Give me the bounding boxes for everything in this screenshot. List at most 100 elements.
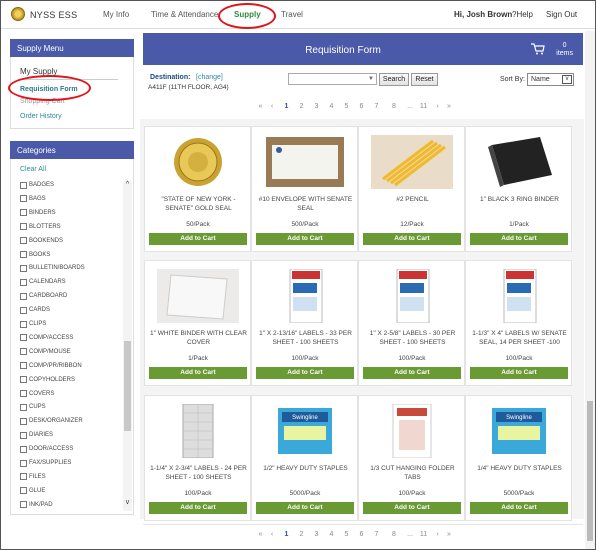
add-to-cart-button[interactable]: Add to Cart bbox=[363, 367, 461, 379]
category-item[interactable]: BAGS bbox=[20, 194, 46, 204]
category-checkbox[interactable] bbox=[20, 181, 27, 189]
page-link[interactable]: 11 bbox=[416, 103, 431, 110]
page-link[interactable]: « bbox=[256, 103, 265, 110]
product-image[interactable]: Swingline bbox=[264, 404, 346, 458]
category-checkbox[interactable] bbox=[20, 473, 27, 481]
category-checkbox[interactable] bbox=[20, 445, 27, 453]
sort-select[interactable]: Name v bbox=[527, 73, 574, 86]
product-image[interactable] bbox=[371, 403, 453, 459]
page-link[interactable]: 3 bbox=[309, 531, 324, 538]
category-checkbox[interactable] bbox=[20, 264, 27, 272]
page-link[interactable]: 5 bbox=[339, 531, 354, 538]
page-scrollbar[interactable] bbox=[585, 31, 595, 549]
reset-button[interactable]: Reset bbox=[411, 73, 438, 86]
page-link[interactable]: ‹ bbox=[265, 531, 279, 538]
page-link[interactable]: » bbox=[444, 531, 454, 538]
category-item[interactable]: DIARIES bbox=[20, 430, 53, 440]
category-checkbox[interactable] bbox=[20, 348, 27, 356]
category-checkbox[interactable] bbox=[20, 376, 27, 384]
product-image[interactable] bbox=[371, 135, 453, 189]
category-item[interactable]: FAX/SUPPLIES bbox=[20, 458, 71, 468]
page-link[interactable]: › bbox=[431, 103, 444, 110]
category-item[interactable]: FILES bbox=[20, 472, 46, 482]
category-item[interactable]: CUPS bbox=[20, 402, 46, 412]
category-checkbox[interactable] bbox=[20, 334, 27, 342]
nav-time-attendance[interactable]: Time & Attendance bbox=[151, 10, 218, 19]
product-image[interactable] bbox=[478, 268, 560, 324]
category-item[interactable]: BLOTTERS bbox=[20, 222, 61, 232]
page-link[interactable]: 1 bbox=[279, 103, 294, 110]
category-checkbox[interactable] bbox=[20, 390, 27, 397]
category-item[interactable]: CARDS bbox=[20, 305, 50, 315]
category-item[interactable]: GLUE bbox=[20, 486, 45, 496]
category-checkbox[interactable] bbox=[20, 487, 27, 495]
nav-my-info[interactable]: My Info bbox=[103, 10, 129, 19]
page-link[interactable]: 11 bbox=[416, 531, 431, 538]
scroll-down-icon[interactable]: v bbox=[123, 499, 132, 506]
page-link[interactable]: 8 bbox=[384, 103, 404, 110]
add-to-cart-button[interactable]: Add to Cart bbox=[470, 367, 568, 379]
category-item[interactable]: CARDBOARD bbox=[20, 291, 67, 301]
category-checkbox[interactable] bbox=[20, 306, 27, 314]
category-checkbox[interactable] bbox=[20, 237, 27, 245]
category-item[interactable]: BOOKENDS bbox=[20, 236, 63, 246]
page-link[interactable]: 5 bbox=[339, 103, 354, 110]
page-link[interactable]: 8 bbox=[384, 531, 404, 538]
app-brand[interactable]: NYSS ESS bbox=[30, 10, 77, 20]
add-to-cart-button[interactable]: Add to Cart bbox=[256, 367, 354, 379]
category-checkbox[interactable] bbox=[20, 320, 27, 328]
product-image[interactable] bbox=[157, 403, 239, 459]
page-link[interactable]: « bbox=[256, 531, 265, 538]
category-checkbox[interactable] bbox=[20, 292, 27, 300]
product-image[interactable] bbox=[264, 135, 346, 189]
product-image[interactable] bbox=[264, 268, 346, 324]
category-item[interactable]: COMP/MOUSE bbox=[20, 347, 71, 357]
page-link[interactable]: ‹ bbox=[265, 103, 279, 110]
scroll-up-icon[interactable]: ^ bbox=[123, 181, 132, 188]
category-item[interactable]: DESK/ORGANIZER bbox=[20, 416, 83, 426]
category-checkbox[interactable] bbox=[20, 431, 27, 439]
product-image[interactable] bbox=[371, 268, 453, 324]
clear-all-link[interactable]: Clear All bbox=[20, 166, 46, 173]
search-input[interactable]: ▼ bbox=[288, 73, 377, 85]
page-link[interactable]: 3 bbox=[309, 103, 324, 110]
page-link[interactable]: 4 bbox=[324, 531, 339, 538]
category-checkbox[interactable] bbox=[20, 417, 27, 425]
add-to-cart-button[interactable]: Add to Cart bbox=[470, 502, 568, 514]
add-to-cart-button[interactable]: Add to Cart bbox=[149, 233, 247, 245]
page-link[interactable]: 6 bbox=[354, 531, 369, 538]
page-link[interactable]: 1 bbox=[279, 531, 294, 538]
category-item[interactable]: CALENDARS bbox=[20, 277, 66, 287]
cart-count[interactable]: 0 items bbox=[556, 42, 573, 58]
category-checkbox[interactable] bbox=[20, 223, 27, 231]
page-link[interactable]: ... bbox=[404, 531, 416, 538]
scrollbar-thumb[interactable] bbox=[124, 341, 131, 431]
order-history-link[interactable]: Order History bbox=[20, 113, 62, 120]
category-checkbox[interactable] bbox=[20, 195, 27, 203]
page-link[interactable]: 2 bbox=[294, 103, 309, 110]
nav-travel[interactable]: Travel bbox=[281, 10, 303, 19]
category-checkbox[interactable] bbox=[20, 459, 27, 467]
category-item[interactable]: BINDERS bbox=[20, 208, 56, 218]
search-button[interactable]: Search bbox=[379, 73, 409, 86]
add-to-cart-button[interactable]: Add to Cart bbox=[149, 502, 247, 514]
category-item[interactable]: BOOKS bbox=[20, 250, 50, 260]
add-to-cart-button[interactable]: Add to Cart bbox=[149, 367, 247, 379]
add-to-cart-button[interactable]: Add to Cart bbox=[470, 233, 568, 245]
category-item[interactable]: COVERS bbox=[20, 389, 54, 399]
category-item[interactable]: COPYHOLDERS bbox=[20, 375, 75, 385]
category-checkbox[interactable] bbox=[20, 209, 27, 217]
category-checkbox[interactable] bbox=[20, 278, 27, 286]
sign-out-link[interactable]: Sign Out bbox=[546, 10, 577, 19]
category-checkbox[interactable] bbox=[20, 501, 27, 509]
category-item[interactable]: CLIPS bbox=[20, 319, 46, 329]
product-image[interactable] bbox=[157, 269, 239, 323]
product-image[interactable] bbox=[157, 135, 239, 189]
page-link[interactable]: ... bbox=[404, 103, 416, 110]
add-to-cart-button[interactable]: Add to Cart bbox=[256, 502, 354, 514]
categories-scrollbar[interactable] bbox=[123, 181, 132, 511]
cart-icon[interactable] bbox=[531, 43, 545, 55]
page-link[interactable]: 7 bbox=[369, 103, 384, 110]
page-link[interactable]: › bbox=[431, 531, 444, 538]
add-to-cart-button[interactable]: Add to Cart bbox=[256, 233, 354, 245]
